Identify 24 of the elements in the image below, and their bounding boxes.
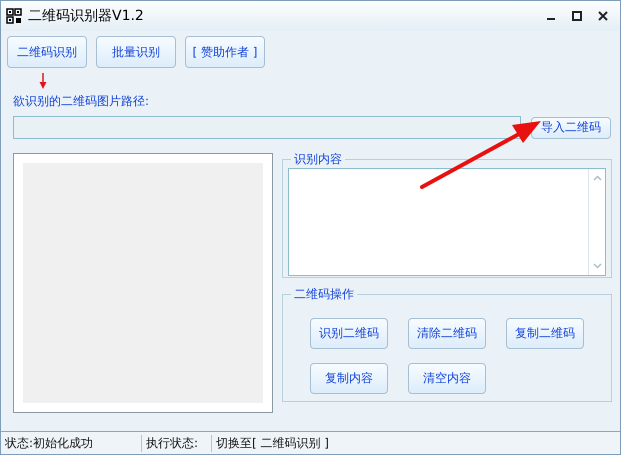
toolbar-button[interactable]: 二维码识别 bbox=[7, 36, 87, 68]
toolbar-button[interactable]: [ 赞助作者 ] bbox=[185, 36, 265, 68]
scroll-up-icon[interactable] bbox=[592, 175, 602, 181]
annotation-arrow bbox=[40, 73, 46, 89]
toolbar-button[interactable]: 批量识别 bbox=[96, 36, 176, 68]
operation-button[interactable]: 清除二维码 bbox=[408, 318, 486, 349]
maximize-icon[interactable] bbox=[572, 11, 582, 21]
operation-button[interactable]: 复制内容 bbox=[310, 363, 388, 394]
group-title: 识别内容 bbox=[293, 151, 343, 168]
operation-button[interactable]: 清空内容 bbox=[408, 363, 486, 394]
result-text-area[interactable] bbox=[288, 168, 606, 276]
close-icon[interactable] bbox=[598, 11, 608, 21]
path-field[interactable] bbox=[13, 116, 521, 139]
path-label: 欲识别的二维码图片路径: bbox=[13, 93, 150, 110]
operation-button[interactable]: 识别二维码 bbox=[310, 318, 388, 349]
import-button[interactable]: 导入二维码 bbox=[531, 116, 611, 138]
scroll-down-icon[interactable] bbox=[592, 263, 602, 269]
group-title: 二维码操作 bbox=[293, 286, 355, 303]
qr-code-icon bbox=[6, 8, 22, 24]
status-text: 状态:初始化成功 bbox=[1, 434, 142, 452]
status-text: 切换至[ 二维码识别 ] bbox=[215, 434, 330, 452]
operation-button[interactable]: 复制二维码 bbox=[506, 318, 584, 349]
window-title: 二维码识别器V1.2 bbox=[28, 7, 144, 25]
status-text: 执行状态: bbox=[142, 434, 212, 452]
